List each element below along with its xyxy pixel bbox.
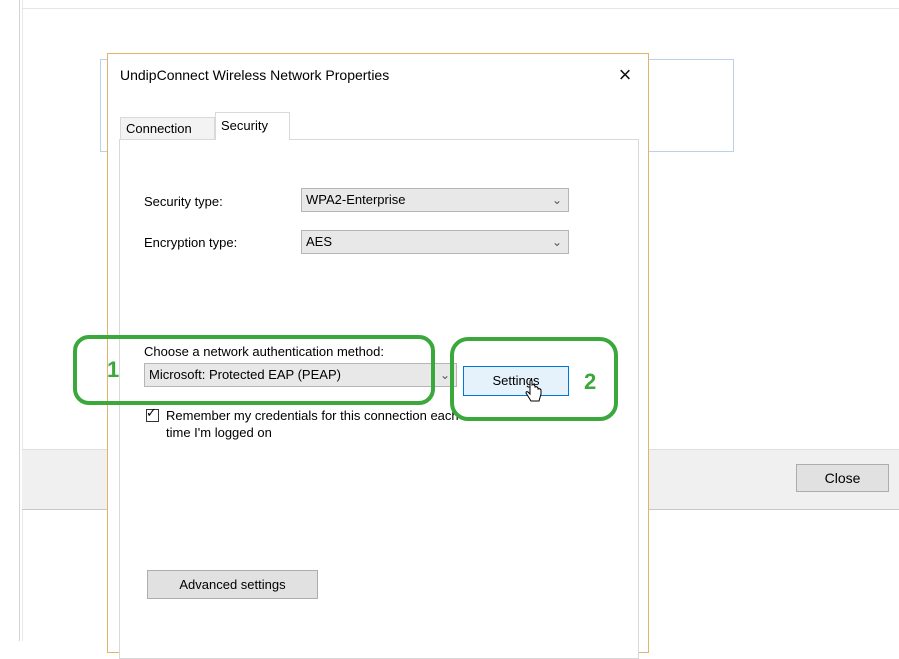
- remember-credentials-checkbox[interactable]: ✓: [146, 405, 159, 422]
- background-window-top-border: [22, 8, 899, 9]
- check-icon: ✓: [146, 405, 157, 420]
- annotation-number-2: 2: [584, 369, 597, 394]
- security-type-label: Security type:: [144, 194, 223, 209]
- tab-connection[interactable]: Connection: [120, 117, 215, 139]
- background-window-edge: [19, 0, 20, 641]
- security-type-value: WPA2-Enterprise: [306, 192, 406, 207]
- background-close-button[interactable]: Close: [796, 464, 889, 492]
- dialog-title: UndipConnect Wireless Network Properties: [120, 67, 390, 83]
- chevron-down-icon: ⌄: [551, 235, 562, 249]
- advanced-settings-button[interactable]: Advanced settings: [147, 570, 318, 599]
- annotation-highlight-1: [73, 335, 435, 405]
- encryption-type-label: Encryption type:: [144, 235, 238, 250]
- annotation-number-1: 1: [107, 357, 120, 382]
- tab-security[interactable]: Security: [215, 112, 290, 140]
- background-window-edge-inner: [22, 0, 23, 641]
- encryption-type-select[interactable]: AES ⌄: [301, 230, 569, 254]
- chevron-down-icon: ⌄: [551, 193, 562, 207]
- chevron-down-icon: ⌄: [439, 368, 450, 382]
- encryption-type-value: AES: [306, 234, 333, 249]
- dialog-titlebar[interactable]: UndipConnect Wireless Network Properties…: [108, 54, 648, 98]
- security-type-select[interactable]: WPA2-Enterprise ⌄: [301, 188, 569, 212]
- close-icon[interactable]: ×: [612, 62, 638, 88]
- remember-label-line2: time I'm logged on: [166, 425, 272, 440]
